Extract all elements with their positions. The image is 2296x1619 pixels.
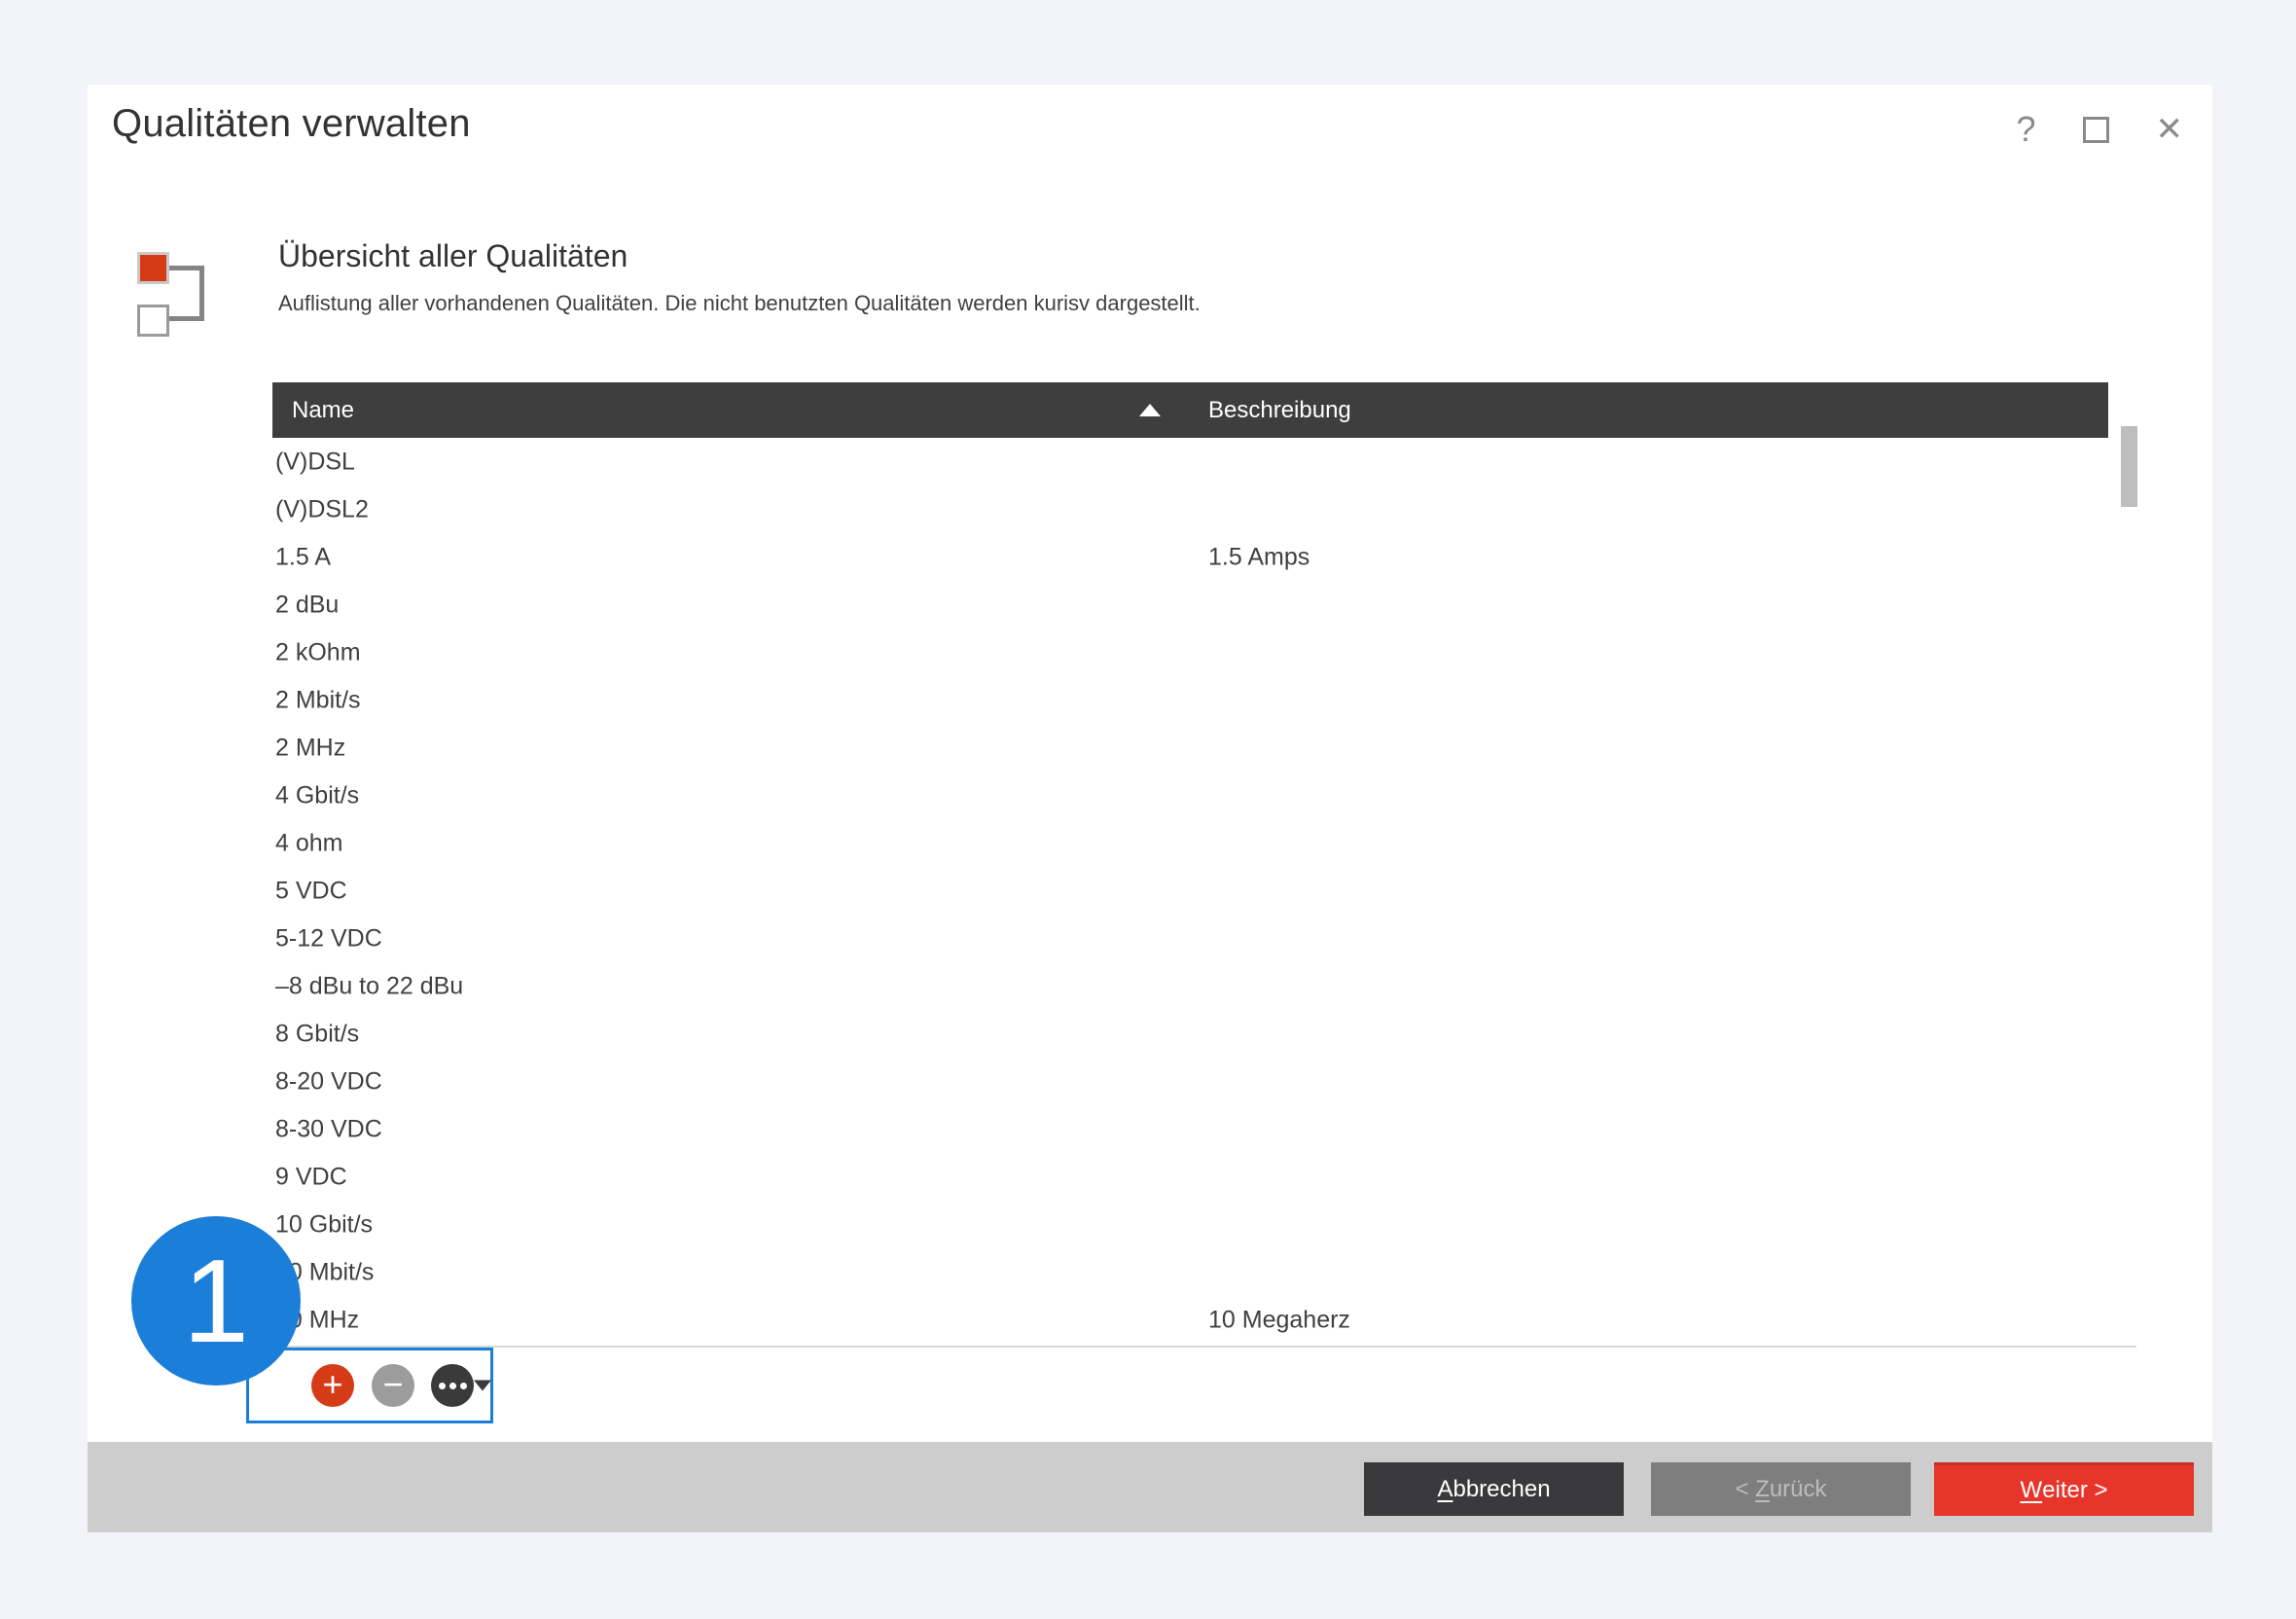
cell-name: 4 Gbit/s bbox=[275, 781, 359, 810]
table-header-row: Name Beschreibung bbox=[272, 382, 2108, 438]
table-row[interactable]: 2 dBu bbox=[272, 581, 2108, 629]
qualities-table: Name Beschreibung (V)DSL (V)DSL2 1.5 A 1… bbox=[272, 382, 2108, 1344]
table-body: (V)DSL (V)DSL2 1.5 A 1.5 Amps 2 dBu bbox=[272, 438, 2108, 1344]
table-bottom-border bbox=[272, 1346, 2136, 1348]
cell-name: 5 VDC bbox=[275, 877, 347, 905]
cell-name: 2 dBu bbox=[275, 591, 339, 619]
page-subtitle: Auflistung aller vorhandenen Qualitäten.… bbox=[278, 291, 1201, 316]
step-icon-active-square bbox=[137, 252, 169, 284]
table-row[interactable]: 5 VDC bbox=[272, 867, 2108, 915]
step-icon-connector bbox=[169, 266, 204, 321]
table-row[interactable]: 1.5 A 1.5 Amps bbox=[272, 533, 2108, 581]
annotation-highlight-box: + − bbox=[246, 1348, 493, 1423]
table-row[interactable]: 9 VDC bbox=[272, 1153, 2108, 1201]
cell-name: 4 ohm bbox=[275, 829, 342, 857]
cell-name: (V)DSL2 bbox=[275, 495, 369, 523]
plus-icon: + bbox=[322, 1367, 342, 1402]
ellipsis-icon bbox=[439, 1383, 467, 1389]
add-quality-button[interactable]: + bbox=[311, 1364, 354, 1407]
table-row[interactable]: 2 MHz bbox=[272, 724, 2108, 772]
dialog-title: Qualitäten verwalten bbox=[112, 102, 471, 146]
remove-quality-button[interactable]: − bbox=[372, 1364, 414, 1407]
cell-name: 2 Mbit/s bbox=[275, 686, 361, 714]
next-button[interactable]: Weiter > bbox=[1934, 1462, 2194, 1516]
table-row[interactable]: –8 dBu to 22 dBu bbox=[272, 962, 2108, 1010]
back-button[interactable]: < Zurück bbox=[1651, 1462, 1911, 1516]
table-row[interactable]: 10 MHz 10 Megaherz bbox=[272, 1296, 2108, 1344]
close-icon[interactable]: ✕ bbox=[2156, 113, 2184, 146]
column-header-name[interactable]: Name bbox=[292, 397, 354, 424]
annotation-step-badge: 1 bbox=[131, 1216, 301, 1385]
cell-description: 1.5 Amps bbox=[1208, 543, 1309, 571]
sort-ascending-icon bbox=[1139, 404, 1161, 416]
window-controls: ? ✕ bbox=[2016, 112, 2183, 147]
cell-name: 8 Gbit/s bbox=[275, 1020, 359, 1048]
cell-name: –8 dBu to 22 dBu bbox=[275, 972, 463, 1000]
table-row[interactable]: 10 Gbit/s bbox=[272, 1201, 2108, 1248]
footer-bar: Abbrechen < Zurück Weiter > bbox=[88, 1442, 2212, 1532]
cell-name: 10 Gbit/s bbox=[275, 1210, 373, 1239]
table-row[interactable]: 2 Mbit/s bbox=[272, 676, 2108, 724]
more-actions-button[interactable] bbox=[431, 1364, 474, 1407]
annotation-step-number: 1 bbox=[183, 1233, 249, 1369]
table-row[interactable]: 5-12 VDC bbox=[272, 915, 2108, 962]
cell-description: 10 Megaherz bbox=[1208, 1306, 1350, 1334]
dropdown-caret-icon[interactable] bbox=[474, 1381, 491, 1391]
cell-name: 2 kOhm bbox=[275, 638, 361, 666]
table-row[interactable]: 8-30 VDC bbox=[272, 1105, 2108, 1153]
cell-name: (V)DSL bbox=[275, 448, 355, 476]
cell-name: 8-20 VDC bbox=[275, 1067, 382, 1096]
minus-icon: − bbox=[382, 1367, 403, 1402]
maximize-icon[interactable] bbox=[2083, 117, 2109, 143]
help-icon[interactable]: ? bbox=[2016, 112, 2035, 147]
table-row[interactable]: (V)DSL2 bbox=[272, 486, 2108, 533]
page-title: Übersicht aller Qualitäten bbox=[278, 238, 628, 274]
table-scrollbar-thumb[interactable] bbox=[2121, 426, 2137, 507]
table-row[interactable]: (V)DSL bbox=[272, 438, 2108, 486]
dialog-qualitaeten-verwalten: Qualitäten verwalten ? ✕ Übersicht aller… bbox=[88, 85, 2212, 1532]
cell-name: 1.5 A bbox=[275, 543, 331, 571]
table-row[interactable]: 4 ohm bbox=[272, 819, 2108, 867]
cancel-button[interactable]: Abbrechen bbox=[1364, 1462, 1624, 1516]
step-icon-inactive-square bbox=[137, 305, 169, 337]
cell-name: 2 MHz bbox=[275, 734, 345, 762]
table-row[interactable]: 2 kOhm bbox=[272, 629, 2108, 676]
column-header-description[interactable]: Beschreibung bbox=[1208, 397, 1351, 424]
table-row[interactable]: 4 Gbit/s bbox=[272, 772, 2108, 819]
cell-name: 8-30 VDC bbox=[275, 1115, 382, 1143]
table-row[interactable]: 10 Mbit/s bbox=[272, 1248, 2108, 1296]
cell-name: 5-12 VDC bbox=[275, 924, 382, 953]
table-row[interactable]: 8 Gbit/s bbox=[272, 1010, 2108, 1058]
cell-name: 9 VDC bbox=[275, 1163, 347, 1191]
table-row[interactable]: 8-20 VDC bbox=[272, 1058, 2108, 1105]
